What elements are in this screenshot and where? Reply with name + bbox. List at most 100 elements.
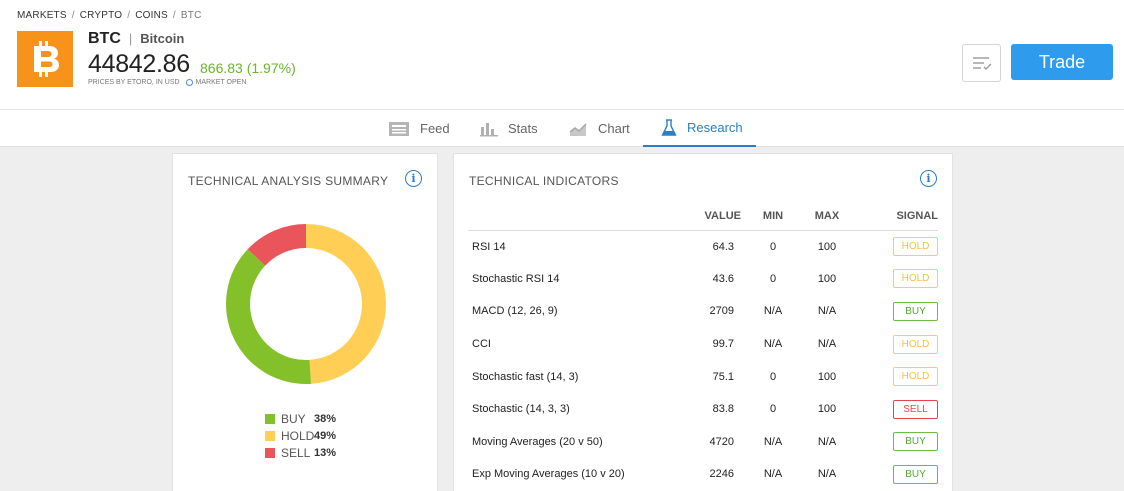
indicator-min: 0 <box>769 272 777 285</box>
indicator-min: 0 <box>769 240 777 253</box>
indicator-signal-cell: BUY <box>856 295 938 328</box>
signal-badge: BUY <box>893 464 938 484</box>
tab-stats[interactable]: Stats <box>480 110 538 147</box>
tab-label: Chart <box>598 121 630 136</box>
indicator-signal-cell: HOLD <box>856 328 938 361</box>
signal-badge: HOLD <box>893 269 938 289</box>
signal-donut-chart <box>226 224 386 384</box>
chart-legend: BUY 38% HOLD 49% SELL 13% <box>265 410 336 461</box>
breadcrumb-separator: / <box>71 10 75 21</box>
list-check-icon <box>972 57 991 70</box>
table-row: Exp Moving Averages (10 v 20) 2246 N/A N/A B… <box>468 458 938 491</box>
indicator-name: Exp Moving Averages (10 v 20) <box>472 468 625 481</box>
legend-item-sell: SELL 13% <box>265 444 336 461</box>
indicator-value: 75.1 <box>712 370 734 383</box>
indicator-min: 0 <box>769 403 777 416</box>
tab-label: Stats <box>508 121 538 136</box>
legend-swatch <box>265 447 275 458</box>
indicator-value: 99.7 <box>712 338 734 351</box>
breadcrumb-coins[interactable]: COINS <box>135 10 168 21</box>
legend-value: 49% <box>314 429 337 442</box>
indicator-max: 100 <box>817 370 837 383</box>
panel-title: TECHNICAL ANALYSIS SUMMARY <box>188 174 389 188</box>
watchlist-button[interactable] <box>962 44 1001 82</box>
breadcrumb-markets[interactable]: MARKETS <box>17 10 67 21</box>
indicator-name: Stochastic RSI 14 <box>472 272 560 285</box>
panel-title: TECHNICAL INDICATORS <box>469 174 619 188</box>
legend-label: SELL <box>281 445 311 460</box>
indicator-value: 64.3 <box>712 240 734 253</box>
tab-label: Feed <box>420 121 450 136</box>
column-header-name <box>468 202 668 231</box>
info-icon[interactable]: i <box>920 170 937 187</box>
tab-chart[interactable]: Chart <box>569 110 630 147</box>
line-chart-icon <box>569 122 587 136</box>
indicator-value: 4720 <box>709 435 734 448</box>
signal-badge: BUY <box>893 432 938 452</box>
clock-icon <box>185 79 193 86</box>
table-header-row: VALUE MIN MAX SIGNAL <box>468 202 938 231</box>
indicator-max: 100 <box>817 272 837 285</box>
bitcoin-icon <box>34 41 59 77</box>
indicator-value: 2246 <box>709 468 734 481</box>
indicator-name: Moving Averages (20 v 50) <box>472 435 603 448</box>
indicator-max: 100 <box>817 403 837 416</box>
asset-price: 44842.86 <box>88 50 190 78</box>
indicator-min: N/A <box>763 338 783 351</box>
table-row: MACD (12, 26, 9) 2709 N/A N/A BUY <box>468 295 938 328</box>
price-change: 866.83 (1.97%) <box>200 60 296 76</box>
indicator-min: N/A <box>763 305 783 318</box>
flask-icon <box>661 118 677 136</box>
table-row: Stochastic RSI 14 43.6 0 100 HOLD <box>468 263 938 296</box>
column-header-signal: SIGNAL <box>856 202 938 231</box>
market-status: MARKET OPEN <box>195 79 247 86</box>
trade-button[interactable]: Trade <box>1011 44 1113 80</box>
indicator-name: Stochastic (14, 3, 3) <box>472 403 570 416</box>
table-row: RSI 14 64.3 0 100 HOLD <box>468 230 938 263</box>
info-icon[interactable]: i <box>405 170 422 187</box>
donut-slice-buy <box>226 249 312 384</box>
bar-chart-icon <box>480 122 498 136</box>
column-header-max: MAX <box>798 202 856 231</box>
legend-swatch <box>265 430 275 441</box>
indicator-name: CCI <box>472 338 491 351</box>
legend-swatch <box>265 413 275 424</box>
indicator-signal-cell: HOLD <box>856 263 938 296</box>
breadcrumb: MARKETS / CRYPTO / COINS / BTC <box>17 10 202 21</box>
signal-badge: HOLD <box>893 367 938 387</box>
legend-label: HOLD <box>281 428 315 443</box>
indicator-max: N/A <box>817 338 837 351</box>
legend-item-hold: HOLD 49% <box>265 427 336 444</box>
indicator-max: N/A <box>817 468 837 481</box>
asset-header: MARKETS / CRYPTO / COINS / BTC BTC | Bitcoin 4… <box>0 0 1124 110</box>
tab-feed[interactable]: Feed <box>388 110 450 147</box>
indicator-max: N/A <box>817 305 837 318</box>
bitcoin-logo <box>17 31 73 87</box>
indicator-signal-cell: HOLD <box>856 360 938 393</box>
table-row: Moving Averages (20 v 50) 4720 N/A N/A BUY <box>468 426 938 459</box>
technical-indicators-panel: TECHNICAL INDICATORS i VALUE MIN MAX SIG… <box>453 153 953 491</box>
analysis-summary-panel: TECHNICAL ANALYSIS SUMMARY i BUY 38% HOL… <box>172 153 438 491</box>
breadcrumb-separator: / <box>127 10 131 21</box>
breadcrumb-crypto[interactable]: CRYPTO <box>80 10 123 21</box>
indicator-name: MACD (12, 26, 9) <box>472 305 558 318</box>
legend-label: BUY <box>281 411 306 426</box>
indicator-max: 100 <box>817 240 837 253</box>
tab-bar: Feed Stats Chart Research <box>0 109 1124 147</box>
legend-value: 13% <box>314 446 337 459</box>
legend-value: 38% <box>314 412 337 425</box>
indicator-value: 83.8 <box>712 403 734 416</box>
indicator-max: N/A <box>817 435 837 448</box>
signal-badge: SELL <box>893 399 938 419</box>
indicator-signal-cell: SELL <box>856 393 938 426</box>
indicator-value: 43.6 <box>712 272 734 285</box>
indicator-name: RSI 14 <box>472 240 506 253</box>
breadcrumb-separator: / <box>172 10 176 21</box>
tab-research[interactable]: Research <box>643 110 756 147</box>
indicator-signal-cell: BUY <box>856 458 938 491</box>
signal-badge: HOLD <box>893 334 938 354</box>
asset-name: Bitcoin <box>140 31 185 46</box>
column-header-value: VALUE <box>668 202 748 231</box>
indicator-name: Stochastic fast (14, 3) <box>472 370 579 383</box>
indicator-min: 0 <box>769 370 777 383</box>
